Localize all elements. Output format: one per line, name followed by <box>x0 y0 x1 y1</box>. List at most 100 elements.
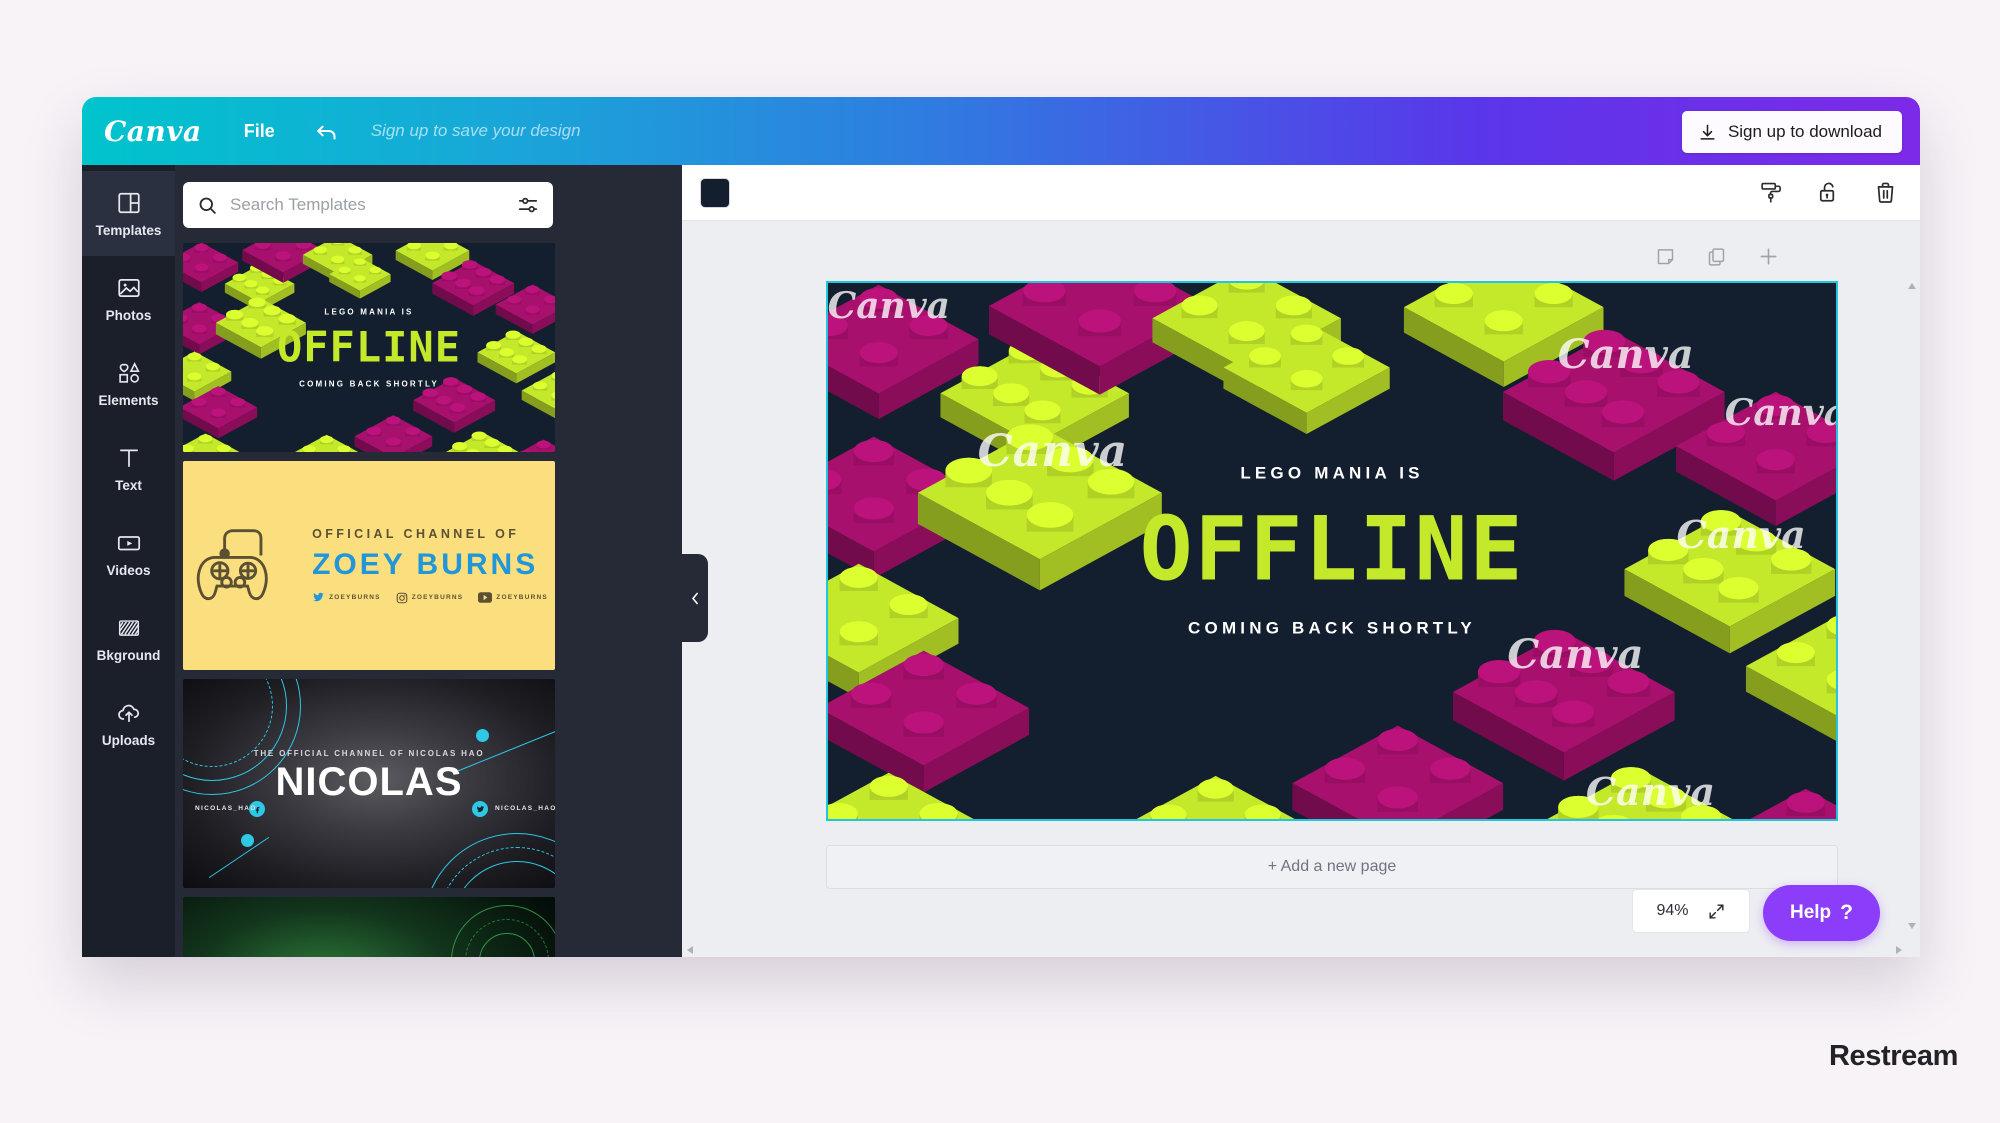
thumb2-title: ZOEY BURNS <box>312 548 539 581</box>
lego-brick <box>183 421 240 452</box>
thumb1-eyebrow: LEGO MANIA IS <box>324 307 414 316</box>
text-icon <box>116 445 142 471</box>
thumb1-title: OFFLINE <box>276 322 461 371</box>
editor-area: Canva Canva Canva Canva Canva Canva Canva LEGO… <box>682 165 1920 957</box>
lego-brick <box>1675 358 1836 527</box>
rail-label-background: Bkground <box>96 647 161 663</box>
search-bar[interactable] <box>183 182 553 228</box>
lego-brick <box>1223 294 1390 434</box>
zoom-control[interactable]: 94% <box>1632 889 1750 933</box>
plus-icon[interactable] <box>1757 245 1780 268</box>
template-thumbnail-lego-offline[interactable]: LEGO MANIA IS OFFLINE COMING BACK SHORTL… <box>183 243 555 452</box>
background-color-swatch[interactable] <box>700 177 730 208</box>
social-youtube: ZOEYBURNS <box>478 592 548 603</box>
elements-icon <box>116 360 142 386</box>
zoom-level-label: 94% <box>1656 902 1689 919</box>
rail-label-videos: Videos <box>106 562 151 578</box>
paint-roller-icon[interactable] <box>1759 180 1784 205</box>
background-icon <box>116 615 142 641</box>
horizontal-scrollbar[interactable] <box>682 944 1906 955</box>
add-new-page-button[interactable]: + Add a new page <box>826 845 1838 889</box>
thumb2-handle-instagram: ZOEYBURNS <box>411 594 464 601</box>
template-list[interactable]: LEGO MANIA IS OFFLINE COMING BACK SHORTL… <box>183 243 555 957</box>
thumb3-title: NICOLAS <box>275 760 463 805</box>
undo-arrow-icon[interactable] <box>315 118 341 144</box>
expand-arrows-icon[interactable] <box>1707 902 1726 921</box>
thumb2-handle-twitter: ZOEYBURNS <box>329 594 381 601</box>
duplicate-icon[interactable] <box>1706 246 1727 267</box>
social-twitter: ZOEYBURNS <box>312 591 381 604</box>
lego-brick <box>1292 690 1503 819</box>
lego-brick <box>246 442 309 452</box>
design-canvas[interactable]: Canva Canva Canva Canva Canva Canva Canva LEGO… <box>826 281 1838 821</box>
page-actions <box>1655 245 1780 268</box>
search-icon <box>197 195 218 216</box>
lego-brick <box>999 792 1170 819</box>
game-controller-icon <box>190 523 286 609</box>
canvas-subtitle[interactable]: COMING BACK SHORTLY <box>828 619 1836 639</box>
rail-item-elements[interactable]: Elements <box>82 341 175 426</box>
rail-item-templates[interactable]: Templates <box>82 171 175 256</box>
template-thumbnail-andrei-hao[interactable]: THE OFFICIAL CHANNEL OF ANDREI HAO ANDRE… <box>183 897 555 957</box>
top-bar: Canva File Sign up to save your design S… <box>82 97 1920 165</box>
canvas-text-block[interactable]: LEGO MANIA IS OFFLINE COMING BACK SHORTL… <box>828 464 1836 639</box>
template-thumbnail-nicolas-hao[interactable]: NICOLAS_HAO NICOLAS_HAO THE OFFICIAL CHA… <box>183 679 555 888</box>
caret-up-icon[interactable] <box>1907 281 1916 291</box>
filter-sliders-icon[interactable] <box>517 194 539 216</box>
nicolas-dot-2 <box>241 834 254 847</box>
templates-panel: LEGO MANIA IS OFFLINE COMING BACK SHORTL… <box>175 165 682 957</box>
thumb1-text-block: LEGO MANIA IS OFFLINE COMING BACK SHORTL… <box>183 307 555 388</box>
rail-label-photos: Photos <box>105 307 152 323</box>
file-menu[interactable]: File <box>244 121 275 142</box>
help-button[interactable]: Help ? <box>1762 885 1880 941</box>
unlock-icon[interactable] <box>1816 180 1841 205</box>
caret-left-icon[interactable] <box>684 944 695 955</box>
canva-logo[interactable]: Canva <box>104 115 202 148</box>
download-icon <box>1698 123 1717 142</box>
chevron-left-icon <box>690 591 701 606</box>
rail-item-videos[interactable]: Videos <box>82 511 175 596</box>
rail-item-background[interactable]: Bkground <box>82 596 175 681</box>
lego-brick <box>828 739 979 819</box>
thumb1-subtitle: COMING BACK SHORTLY <box>299 379 439 388</box>
canvas-title[interactable]: OFFLINE <box>828 498 1836 601</box>
canvas-area: Canva Canva Canva Canva Canva Canva Canva LEGO… <box>682 221 1920 957</box>
lego-brick <box>329 247 391 299</box>
signup-download-label: Sign up to download <box>1727 122 1882 141</box>
uploads-icon <box>116 700 142 726</box>
notes-icon[interactable] <box>1655 246 1676 267</box>
rail-label-elements: Elements <box>98 392 159 408</box>
twitter-icon <box>312 591 325 604</box>
signup-to-download-button[interactable]: Sign up to download <box>1681 111 1902 153</box>
rail-item-uploads[interactable]: Uploads <box>82 681 175 766</box>
caret-right-icon[interactable] <box>1893 944 1904 955</box>
lego-brick <box>445 419 520 452</box>
template-thumbnail-zoey-burns[interactable]: OFFICIAL CHANNEL OF ZOEY BURNS ZOEYBURNS <box>183 461 555 670</box>
save-prompt[interactable]: Sign up to save your design <box>371 121 581 141</box>
thumb3-handle-left: NICOLAS_HAO <box>195 805 257 812</box>
lego-brick <box>510 427 555 452</box>
thumb3-text-block: THE OFFICIAL CHANNEL OF NICOLAS HAO NICO… <box>183 749 555 805</box>
rail-item-text[interactable]: Text <box>82 426 175 511</box>
collapse-panel-button[interactable] <box>682 554 708 642</box>
vertical-scrollbar[interactable] <box>1907 281 1916 931</box>
thumb2-socials: ZOEYBURNS ZOEYBURNS ZOEYBURNS <box>312 591 548 604</box>
context-toolbar <box>682 165 1920 221</box>
thumb2-handle-youtube: ZOEYBURNS <box>496 594 548 601</box>
lego-brick <box>354 402 433 452</box>
lego-brick <box>1544 733 1736 819</box>
social-instagram: ZOEYBURNS <box>396 592 464 604</box>
photos-icon <box>116 275 142 301</box>
rail-item-photos[interactable]: Photos <box>82 256 175 341</box>
trash-icon[interactable] <box>1873 180 1898 205</box>
help-question-icon: ? <box>1840 901 1853 924</box>
canvas-eyebrow[interactable]: LEGO MANIA IS <box>828 464 1836 484</box>
templates-icon <box>116 190 142 216</box>
restream-watermark: Restream <box>1829 1040 1958 1072</box>
rail-label-templates: Templates <box>95 222 162 238</box>
caret-down-icon[interactable] <box>1907 921 1916 931</box>
andrei-thumb-art: THE OFFICIAL CHANNEL OF ANDREI HAO ANDRE… <box>183 897 555 957</box>
thumb3-handle-right: NICOLAS_HAO <box>495 805 555 812</box>
instagram-icon <box>396 592 408 604</box>
search-input[interactable] <box>230 195 517 215</box>
